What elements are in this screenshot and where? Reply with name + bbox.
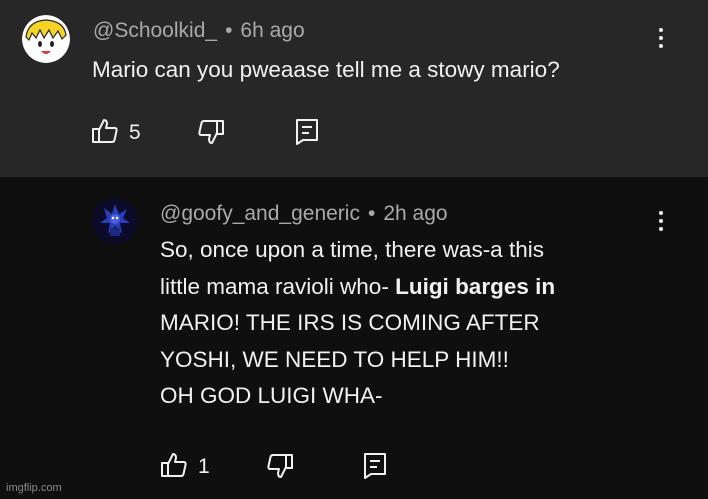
thumbs-down-icon[interactable] (266, 452, 294, 480)
thumbs-up-icon[interactable] (160, 451, 188, 479)
like-count: 1 (198, 455, 210, 478)
replier-avatar[interactable] (92, 198, 138, 244)
comment-text: Mario can you pweaase tell me a stowy ma… (92, 57, 560, 82)
thumbs-up-icon[interactable] (91, 117, 119, 145)
reply-icon[interactable] (362, 451, 388, 479)
watermark: imgflip.com (6, 482, 62, 494)
meta-separator: • (367, 202, 376, 225)
reply-meta: @goofy_and_generic • 2h ago (160, 202, 448, 226)
comment-time: 6h ago (240, 19, 305, 42)
reply-line: little mama ravioli who- Luigi barges in (160, 273, 556, 299)
meta-separator: • (225, 19, 233, 42)
reply-icon[interactable] (294, 117, 320, 145)
more-vertical-icon[interactable] (653, 211, 669, 241)
comment-username[interactable]: @Schoolkid_ (93, 19, 217, 42)
reply-line: YOSHI, WE NEED TO HELP HIM!! (160, 346, 509, 372)
reply-time: 2h ago (383, 202, 448, 225)
comment: @Schoolkid_ • 6h ago Mario can you pweaase… (0, 0, 708, 177)
reply-line: OH GOD LUIGI WHA- (160, 383, 383, 408)
reply-line: MARIO! THE IRS IS COMING AFTER (160, 310, 540, 335)
commenter-avatar[interactable] (22, 15, 70, 63)
reply-username[interactable]: @goofy_and_generic (160, 202, 360, 225)
reply-line: So, once upon a time, there was-a this (160, 237, 544, 262)
reply-thread: @goofy_and_generic • 2h ago So, once upon … (0, 177, 708, 499)
more-vertical-icon[interactable] (653, 28, 669, 58)
reply-text: So, once upon a time, there was-a this l… (160, 232, 555, 415)
comment-meta: @Schoolkid_ • 6h ago (93, 19, 305, 43)
thumbs-down-icon[interactable] (197, 118, 225, 146)
like-count: 5 (129, 121, 141, 144)
reply-bold-text: Luigi barges in (395, 273, 556, 299)
